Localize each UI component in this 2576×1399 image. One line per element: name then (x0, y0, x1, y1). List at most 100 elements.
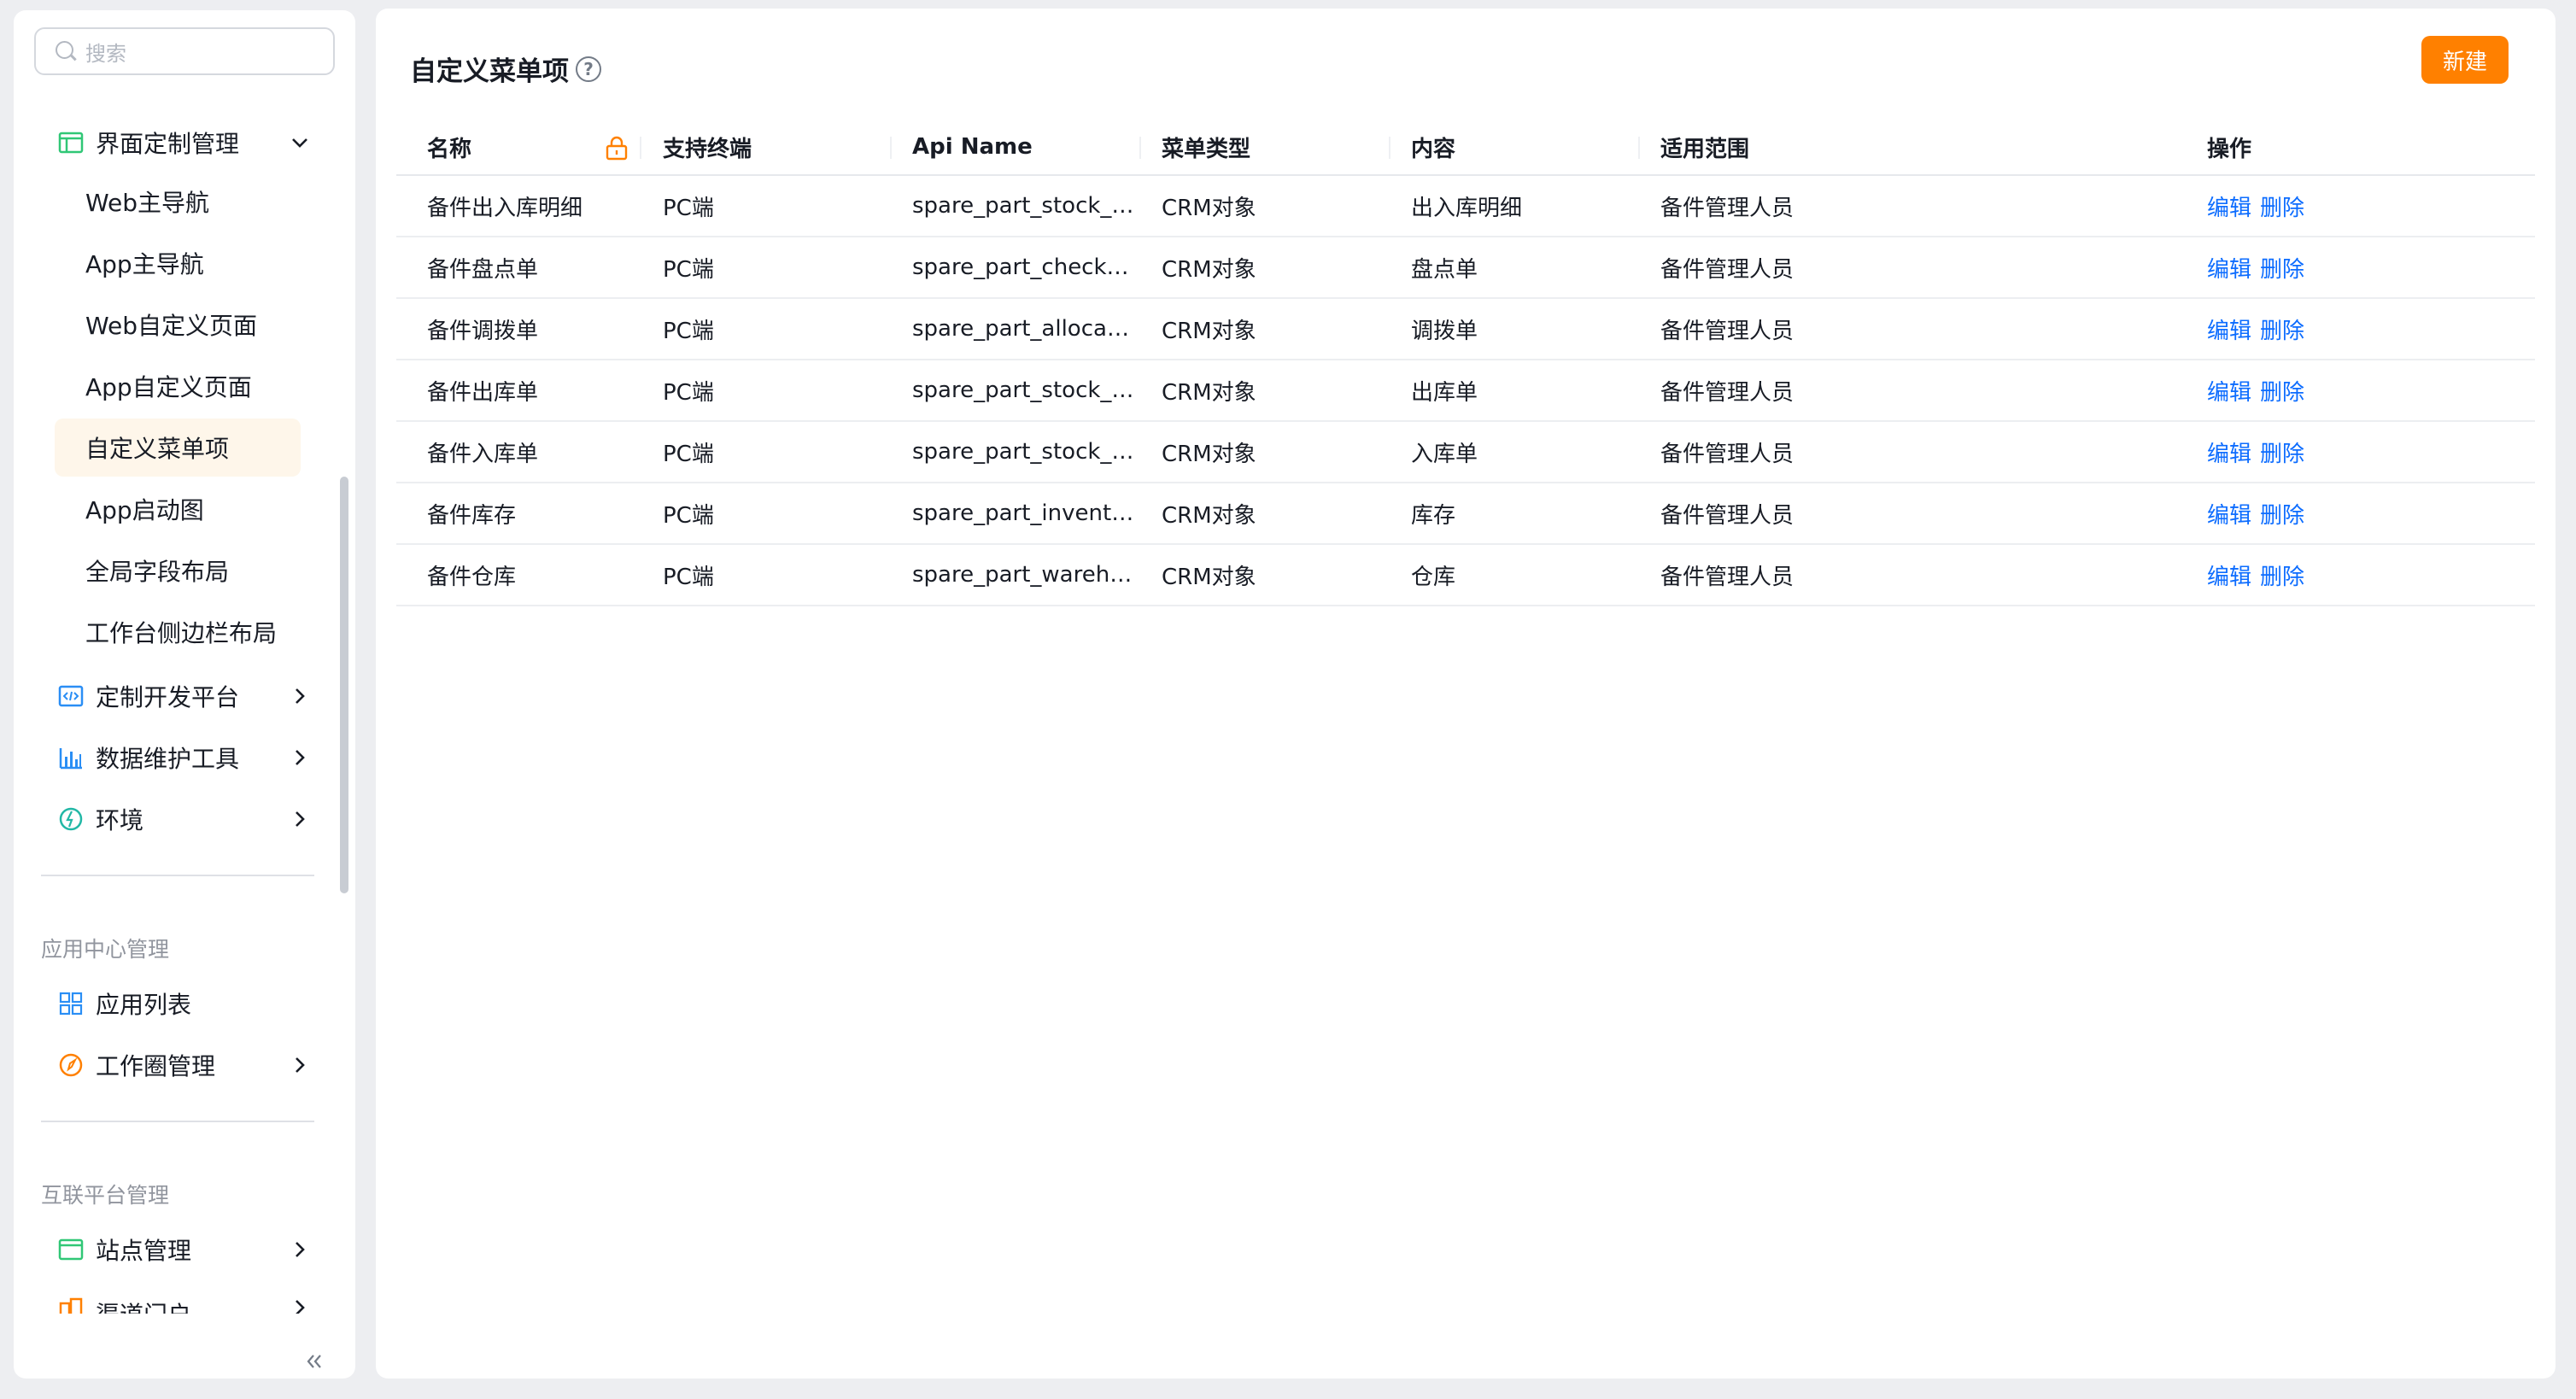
sidebar-item-global-field-layout[interactable]: 全局字段布局 (55, 541, 301, 600)
cell-menu-type: CRM对象 (1162, 256, 1256, 283)
page-title: 自定义菜单项 ? (410, 50, 601, 88)
delete-link[interactable]: 删除 (2260, 375, 2304, 407)
cell-scope: 备件管理人员 (1660, 318, 1794, 344)
cell-name: 备件调拨单 (427, 318, 539, 344)
column-separator[interactable] (1139, 137, 1141, 159)
cell-actions: 编辑 删除 (2207, 237, 2313, 297)
cell-content: 仓库 (1411, 564, 1456, 590)
cell-api-name: spare_part_invento... (912, 500, 1136, 526)
nav-channel-portal-label: 渠道门户 (96, 1297, 191, 1314)
column-separator[interactable] (1389, 137, 1390, 159)
nav-work-circle[interactable]: 工作圈管理 (34, 1037, 321, 1093)
delete-link[interactable]: 删除 (2260, 313, 2304, 345)
chevron-right-icon[interactable] (289, 1054, 311, 1076)
compass-icon (58, 1052, 84, 1078)
column-header-name[interactable]: 名称 (427, 118, 471, 176)
double-chevron-left-icon[interactable] (302, 1349, 326, 1373)
edit-link[interactable]: 编辑 (2207, 498, 2251, 530)
sidebar: 搜索 界面定制管理 Web主导航 App主导航 Web自定义页面 App自定义页… (14, 10, 355, 1379)
column-header-menu-type[interactable]: 菜单类型 (1162, 118, 1250, 176)
cell-actions: 编辑 删除 (2207, 422, 2313, 482)
chevron-right-icon[interactable] (289, 685, 311, 707)
sidebar-item-custom-menu[interactable]: 自定义菜单项 (55, 419, 301, 477)
divider (41, 1121, 314, 1122)
column-header-terminal[interactable]: 支持终端 (663, 118, 752, 176)
delete-link[interactable]: 删除 (2260, 252, 2304, 284)
nav-channel-portal[interactable]: 渠道门户 (34, 1283, 321, 1314)
cell-actions: 编辑 删除 (2207, 360, 2313, 420)
column-header-content[interactable]: 内容 (1411, 118, 1455, 176)
cell-terminal: PC端 (663, 502, 714, 529)
sidebar-item-app-custom-page[interactable]: App自定义页面 (55, 357, 301, 415)
nav-app-list[interactable]: 应用列表 (34, 975, 321, 1032)
sidebar-item-label: 全局字段布局 (85, 558, 230, 586)
cell-scope: 备件管理人员 (1660, 564, 1794, 590)
column-separator[interactable] (890, 137, 892, 159)
group-title-interconnect: 互联平台管理 (41, 1183, 170, 1208)
sidebar-item-web-nav[interactable]: Web主导航 (55, 173, 301, 231)
sidebar-item-label: 自定义菜单项 (85, 435, 230, 463)
edit-link[interactable]: 编辑 (2207, 375, 2251, 407)
cell-api-name: spare_part_check__c (912, 255, 1136, 280)
lock-icon[interactable] (605, 135, 629, 161)
nav-site-management-label: 站点管理 (96, 1237, 192, 1265)
chevron-right-icon[interactable] (289, 746, 311, 769)
sidebar-item-label: 工作台侧边栏布局 (85, 619, 278, 647)
nav-ui-custom[interactable]: 界面定制管理 (34, 114, 321, 171)
edit-link[interactable]: 编辑 (2207, 190, 2251, 222)
cell-api-name: spare_part_stock_i... (912, 439, 1136, 465)
chevron-right-icon[interactable] (289, 808, 311, 830)
cell-actions: 编辑 删除 (2207, 483, 2313, 543)
menu-items-table: 名称 支持终端 Api Name 菜单类型 内容 适用范围 操作 备件出入库明细… (396, 118, 2535, 606)
delete-link[interactable]: 删除 (2260, 559, 2304, 591)
sidebar-item-app-nav[interactable]: App主导航 (55, 234, 301, 292)
cell-terminal: PC端 (663, 379, 714, 406)
portal-icon (58, 1297, 84, 1314)
cell-api-name: spare_part_stock_d... (912, 193, 1136, 219)
bar-chart-icon (58, 745, 84, 770)
table-row: 备件调拨单 PC端 spare_part_allocati... CRM对象 调… (396, 299, 2535, 360)
cell-scope: 备件管理人员 (1660, 256, 1794, 283)
delete-link[interactable]: 删除 (2260, 498, 2304, 530)
cell-api-name: spare_part_allocati... (912, 316, 1136, 342)
table-row: 备件仓库 PC端 spare_part_wareho... CRM对象 仓库 备… (396, 545, 2535, 606)
cell-menu-type: CRM对象 (1162, 195, 1256, 221)
cell-menu-type: CRM对象 (1162, 379, 1256, 406)
edit-link[interactable]: 编辑 (2207, 313, 2251, 345)
column-separator[interactable] (1638, 137, 1640, 159)
nav-data-tools[interactable]: 数据维护工具 (34, 729, 321, 786)
grid-icon (58, 991, 84, 1016)
nav-environment[interactable]: 环境 (34, 791, 321, 847)
sidebar-item-web-custom-page[interactable]: Web自定义页面 (55, 296, 301, 354)
chevron-down-icon[interactable] (289, 132, 311, 154)
column-separator[interactable] (640, 137, 641, 159)
cell-actions: 编辑 删除 (2207, 176, 2313, 236)
cell-scope: 备件管理人员 (1660, 502, 1794, 529)
delete-link[interactable]: 删除 (2260, 190, 2304, 222)
new-button[interactable]: 新建 (2421, 36, 2509, 84)
nav-site-management[interactable]: 站点管理 (34, 1221, 321, 1278)
column-header-scope[interactable]: 适用范围 (1660, 118, 1749, 176)
cell-terminal: PC端 (663, 318, 714, 344)
cell-content: 入库单 (1411, 441, 1478, 467)
edit-link[interactable]: 编辑 (2207, 436, 2251, 468)
chevron-right-icon[interactable] (289, 1297, 311, 1314)
sidebar-scrollbar[interactable] (340, 477, 348, 893)
search-input[interactable]: 搜索 (34, 27, 335, 75)
sidebar-item-workbench-sidebar[interactable]: 工作台侧边栏布局 (55, 603, 301, 661)
delete-link[interactable]: 删除 (2260, 436, 2304, 468)
page-title-text: 自定义菜单项 (410, 56, 569, 87)
cell-name: 备件入库单 (427, 441, 539, 467)
chevron-right-icon[interactable] (289, 1238, 311, 1261)
cell-content: 盘点单 (1411, 256, 1478, 283)
column-header-api-name[interactable]: Api Name (912, 118, 1033, 176)
nav-dev-platform[interactable]: 定制开发平台 (34, 668, 321, 724)
cell-name: 备件库存 (427, 502, 517, 529)
edit-link[interactable]: 编辑 (2207, 252, 2251, 284)
cell-terminal: PC端 (663, 441, 714, 467)
edit-link[interactable]: 编辑 (2207, 559, 2251, 591)
sidebar-item-app-splash[interactable]: App启动图 (55, 480, 301, 538)
help-icon[interactable]: ? (576, 56, 601, 82)
sidebar-item-label: App启动图 (85, 496, 204, 524)
cell-content: 出入库明细 (1411, 195, 1523, 221)
